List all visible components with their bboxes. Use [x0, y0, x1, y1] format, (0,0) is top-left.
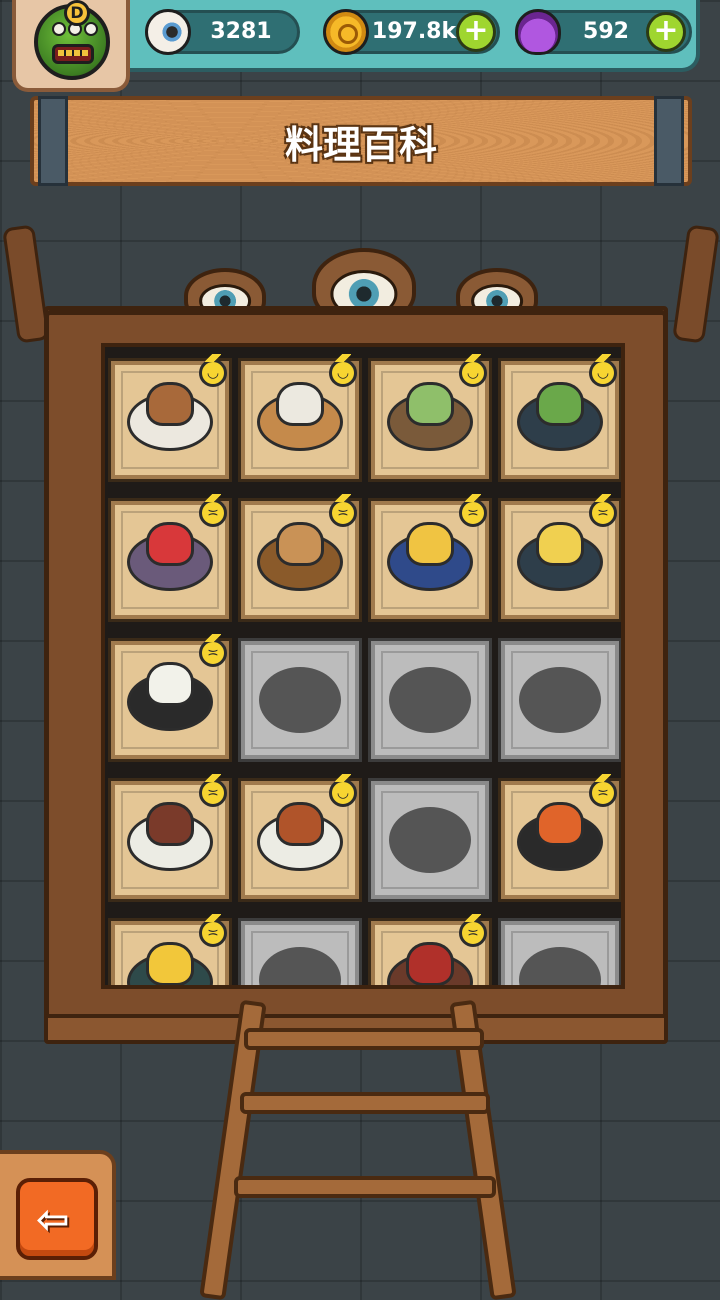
- eyeball-count: 3281: [210, 19, 272, 44]
- locked-recipe-card[interactable]: [238, 638, 362, 762]
- smile-rating-icon: ◡: [589, 354, 617, 387]
- ladder: [199, 999, 530, 1300]
- grin-rating-icon: ≍: [329, 494, 357, 527]
- recipe-card[interactable]: ≍: [108, 634, 232, 762]
- eyeball-counter: 3281: [145, 9, 300, 55]
- coin-count: 197.8k: [371, 19, 457, 44]
- grin-rating-icon: ≍: [199, 634, 227, 667]
- grin-rating-icon: ≍: [459, 494, 487, 527]
- potion-count: 592: [583, 19, 629, 44]
- locked-dish-silhouette-icon: [259, 667, 341, 733]
- potion-icon: [515, 9, 561, 55]
- add-potions-button[interactable]: +: [646, 12, 686, 52]
- locked-recipe-card[interactable]: [368, 638, 492, 762]
- skewer-grill-icon: [517, 802, 603, 871]
- locked-recipe-card[interactable]: [498, 638, 621, 762]
- locked-recipe-card[interactable]: [498, 918, 621, 985]
- rank-badge: D: [64, 0, 90, 26]
- grin-rating-icon: ≍: [199, 494, 227, 527]
- grin-rating-icon: ≍: [589, 774, 617, 807]
- tomato-egg-icon: [517, 522, 603, 591]
- recipe-card[interactable]: ≍: [368, 494, 492, 622]
- locked-dish-silhouette-icon: [519, 667, 601, 733]
- lettuce-noodle-dish-icon: [517, 382, 603, 451]
- recipe-card[interactable]: ◡: [108, 354, 232, 482]
- recipe-card[interactable]: ≍: [108, 774, 232, 902]
- cheese-bowl-icon: [387, 522, 473, 591]
- locked-dish-silhouette-icon: [389, 807, 471, 873]
- recipe-card[interactable]: ≍: [108, 494, 232, 622]
- recipe-cabinet: ◡ ◡ ◡ ◡ ≍ ≍ ≍ ≍ ≍ ≍ ◡ ≍ ≍ ≍: [44, 310, 668, 1040]
- smile-rating-icon: ◡: [329, 774, 357, 807]
- recipe-card[interactable]: ◡: [238, 774, 362, 902]
- smile-rating-icon: ◡: [329, 354, 357, 387]
- locked-dish-silhouette-icon: [389, 667, 471, 733]
- strawberry-rice-icon: [127, 522, 213, 591]
- claypot-rice-icon: [127, 662, 213, 731]
- page-title: 料理百科: [284, 123, 437, 167]
- green-vegetable-dish-icon: [387, 382, 473, 451]
- grin-rating-icon: ≍: [199, 914, 227, 947]
- recipe-card[interactable]: ◡: [238, 354, 362, 482]
- recipe-card[interactable]: ≍: [498, 494, 621, 622]
- recipe-card[interactable]: ◡: [368, 354, 492, 482]
- locked-recipe-card[interactable]: [238, 918, 362, 985]
- grin-rating-icon: ≍: [459, 914, 487, 947]
- right-arm: [672, 224, 720, 344]
- grin-rating-icon: ≍: [589, 494, 617, 527]
- grin-rating-icon: ≍: [199, 774, 227, 807]
- title-banner: 料理百科: [30, 96, 692, 186]
- recipe-card[interactable]: ≍: [498, 774, 621, 902]
- back-arrow-icon: ⇦: [36, 1197, 70, 1243]
- plus-icon: +: [463, 13, 489, 48]
- meatball-icon: [257, 802, 343, 871]
- recipe-card[interactable]: ◡: [498, 354, 621, 482]
- back-button[interactable]: ⇦: [16, 1178, 98, 1260]
- egg-dish-icon: [127, 382, 213, 451]
- plus-icon: +: [653, 13, 679, 48]
- recipe-card[interactable]: ≍: [238, 494, 362, 622]
- locked-recipe-card[interactable]: [368, 778, 492, 902]
- recipe-grid-viewport[interactable]: ◡ ◡ ◡ ◡ ≍ ≍ ≍ ≍ ≍ ≍ ◡ ≍ ≍ ≍: [101, 343, 625, 989]
- mushroom-stew-icon: [257, 522, 343, 591]
- add-coins-button[interactable]: +: [456, 12, 496, 52]
- recipe-card[interactable]: ≍: [368, 914, 492, 985]
- recipe-card[interactable]: ≍: [108, 914, 232, 985]
- rice-ball-icon: [257, 382, 343, 451]
- smile-rating-icon: ◡: [199, 354, 227, 387]
- left-arm: [2, 224, 50, 344]
- player-avatar-frame[interactable]: D: [12, 0, 130, 92]
- sliced-meat-icon: [127, 802, 213, 871]
- eyeball-icon: [145, 9, 191, 55]
- currency-bar: 3281 197.8k + 592 +: [110, 0, 700, 72]
- coin-icon: [323, 9, 369, 55]
- smile-rating-icon: ◡: [459, 354, 487, 387]
